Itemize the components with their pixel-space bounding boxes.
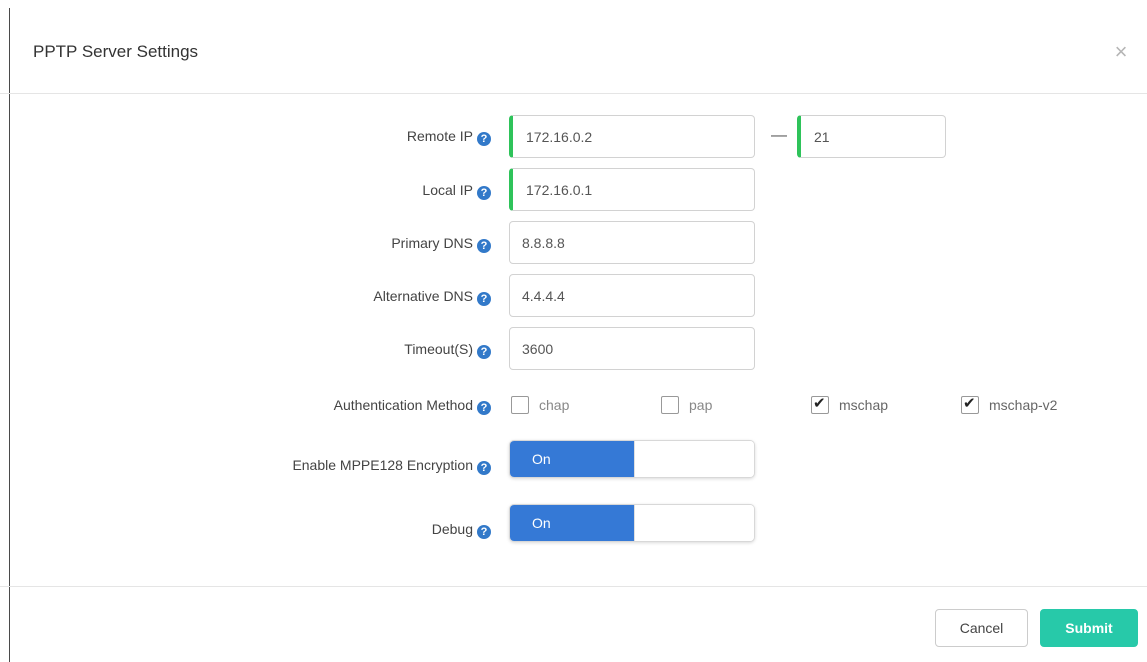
help-icon[interactable]: ? [477,345,491,359]
auth-method-label: Authentication Method [333,397,473,413]
help-icon[interactable]: ? [477,525,491,539]
primary-dns-input[interactable] [509,221,755,264]
mschap-v2-checkbox[interactable]: ✔ [961,395,979,414]
help-icon[interactable]: ? [477,461,491,475]
range-separator: — [771,127,787,144]
alternative-dns-input[interactable] [509,274,755,317]
timeout-label-group: Timeout(S)? [171,339,491,359]
help-icon[interactable]: ? [477,292,491,306]
remote-ip-label: Remote IP [406,128,473,144]
toggle-knob [634,505,754,541]
chap-label: chap [539,397,570,413]
mppe-toggle[interactable]: On [509,440,755,478]
mppe-toggle-on: On [510,441,634,477]
mschap-checkbox[interactable]: ✔ [811,395,829,414]
toggle-knob [634,441,754,477]
local-ip-label: Local IP [422,182,473,198]
remote-ip-start-input[interactable] [509,115,755,158]
checkmark-icon: ✔ [963,395,976,412]
alternative-dns-label-group: Alternative DNS? [171,286,491,306]
help-icon[interactable]: ? [477,186,491,200]
local-ip-input[interactable] [509,168,755,211]
auth-option-mschap[interactable]: ✔ mschap [811,394,888,416]
debug-label-group: Debug? [171,519,491,539]
close-icon[interactable]: × [1109,40,1133,64]
cancel-button[interactable]: Cancel [935,609,1028,647]
primary-dns-label: Primary DNS [391,235,473,251]
auth-method-label-group: Authentication Method? [171,395,491,415]
auth-option-pap[interactable]: pap [661,394,712,416]
chap-checkbox[interactable] [511,396,529,414]
alternative-dns-label: Alternative DNS [373,288,473,304]
remote-ip-end-input[interactable] [797,115,946,158]
pptp-settings-dialog: PPTP Server Settings × Remote IP? — Loca… [0,0,1147,662]
mppe-label: Enable MPPE128 Encryption [292,457,473,473]
dialog-header: PPTP Server Settings × [0,0,1147,94]
help-icon[interactable]: ? [477,401,491,415]
pap-checkbox[interactable] [661,396,679,414]
checkmark-icon: ✔ [813,395,826,412]
mppe-label-group: Enable MPPE128 Encryption? [171,455,491,475]
mschap-label: mschap [839,397,889,413]
remote-ip-label-group: Remote IP? [171,126,491,146]
mschap-v2-label: mschap-v2 [989,397,1058,413]
timeout-label: Timeout(S) [404,341,473,357]
primary-dns-label-group: Primary DNS? [171,233,491,253]
debug-toggle[interactable]: On [509,504,755,542]
pap-label: pap [689,397,713,413]
timeout-input[interactable] [509,327,755,370]
auth-option-mschap-v2[interactable]: ✔ mschap-v2 [961,394,1057,416]
submit-button[interactable]: Submit [1040,609,1138,647]
auth-option-chap[interactable]: chap [511,394,569,416]
local-ip-label-group: Local IP? [171,180,491,200]
dialog-title: PPTP Server Settings [33,42,199,61]
help-icon[interactable]: ? [477,239,491,253]
debug-toggle-on: On [510,505,634,541]
dialog-left-border [9,8,10,662]
debug-label: Debug [431,521,473,537]
help-icon[interactable]: ? [477,132,491,146]
